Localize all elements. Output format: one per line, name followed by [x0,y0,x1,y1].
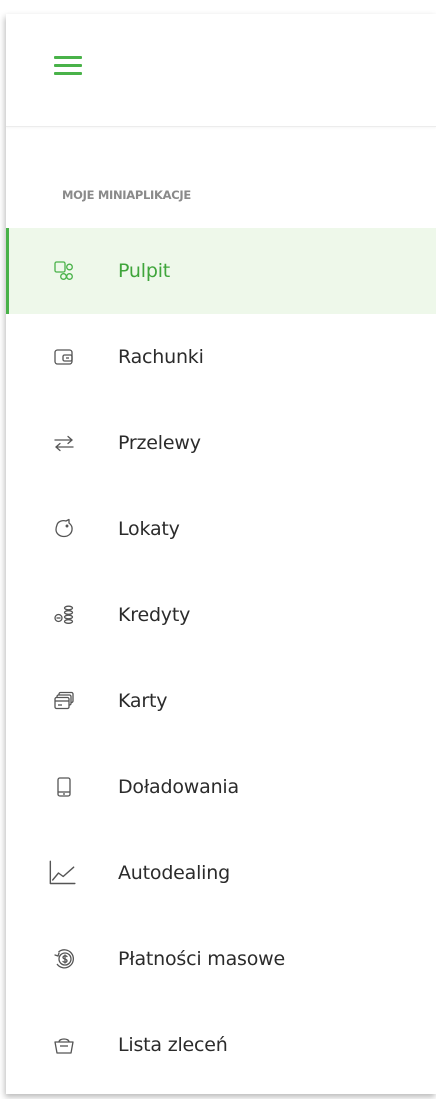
sidebar-item-label: Lista zleceń [118,1034,228,1056]
sidebar-item-rachunki[interactable]: Rachunki [6,314,436,400]
chart-line-icon [48,859,76,887]
coins-icon [52,603,76,627]
sidebar-item-karty[interactable]: Karty [6,658,436,744]
sidebar-item-autodealing[interactable]: Autodealing [6,830,436,916]
sidebar-item-lista-zlecen[interactable]: Lista zleceń [6,1002,436,1088]
sidebar-item-doladowania[interactable]: Doładowania [6,744,436,830]
sidebar-item-label: Przelewy [118,432,201,454]
side-navigation-panel: MOJE MINIAPLIKACJE Pulpit Rachunki Przel… [6,14,436,1094]
sidebar-item-label: Rachunki [118,346,204,368]
sidebar-item-label: Karty [118,690,168,712]
piggy-bank-icon [52,517,76,541]
cards-icon [52,689,76,713]
sidebar-item-platnosci-masowe[interactable]: Płatności masowe [6,916,436,1002]
section-title: MOJE MINIAPLIKACJE [62,188,191,202]
wallet-icon [52,345,76,369]
sidebar-item-przelewy[interactable]: Przelewy [6,400,436,486]
sidebar-item-label: Lokaty [118,518,180,540]
sidebar-item-label: Doładowania [118,776,239,798]
top-bar [6,14,436,127]
sidebar-item-lokaty[interactable]: Lokaty [6,486,436,572]
transfer-arrows-icon [52,431,76,455]
sidebar-item-kredyty[interactable]: Kredyty [6,572,436,658]
hamburger-menu-icon[interactable] [54,55,82,77]
mobile-phone-icon [52,775,76,799]
sidebar-item-label: Pulpit [118,260,171,282]
basket-icon [52,1033,76,1057]
sidebar-item-pulpit[interactable]: Pulpit [6,228,436,314]
sidebar-item-label: Kredyty [118,604,191,626]
dashboard-icon [52,259,76,283]
sidebar-item-label: Autodealing [118,862,230,884]
sidebar-item-label: Płatności masowe [118,948,285,970]
dollar-coin-icon [52,947,76,971]
miniapps-nav-list: Pulpit Rachunki Przelewy Lokaty Kredyty … [6,228,436,1088]
